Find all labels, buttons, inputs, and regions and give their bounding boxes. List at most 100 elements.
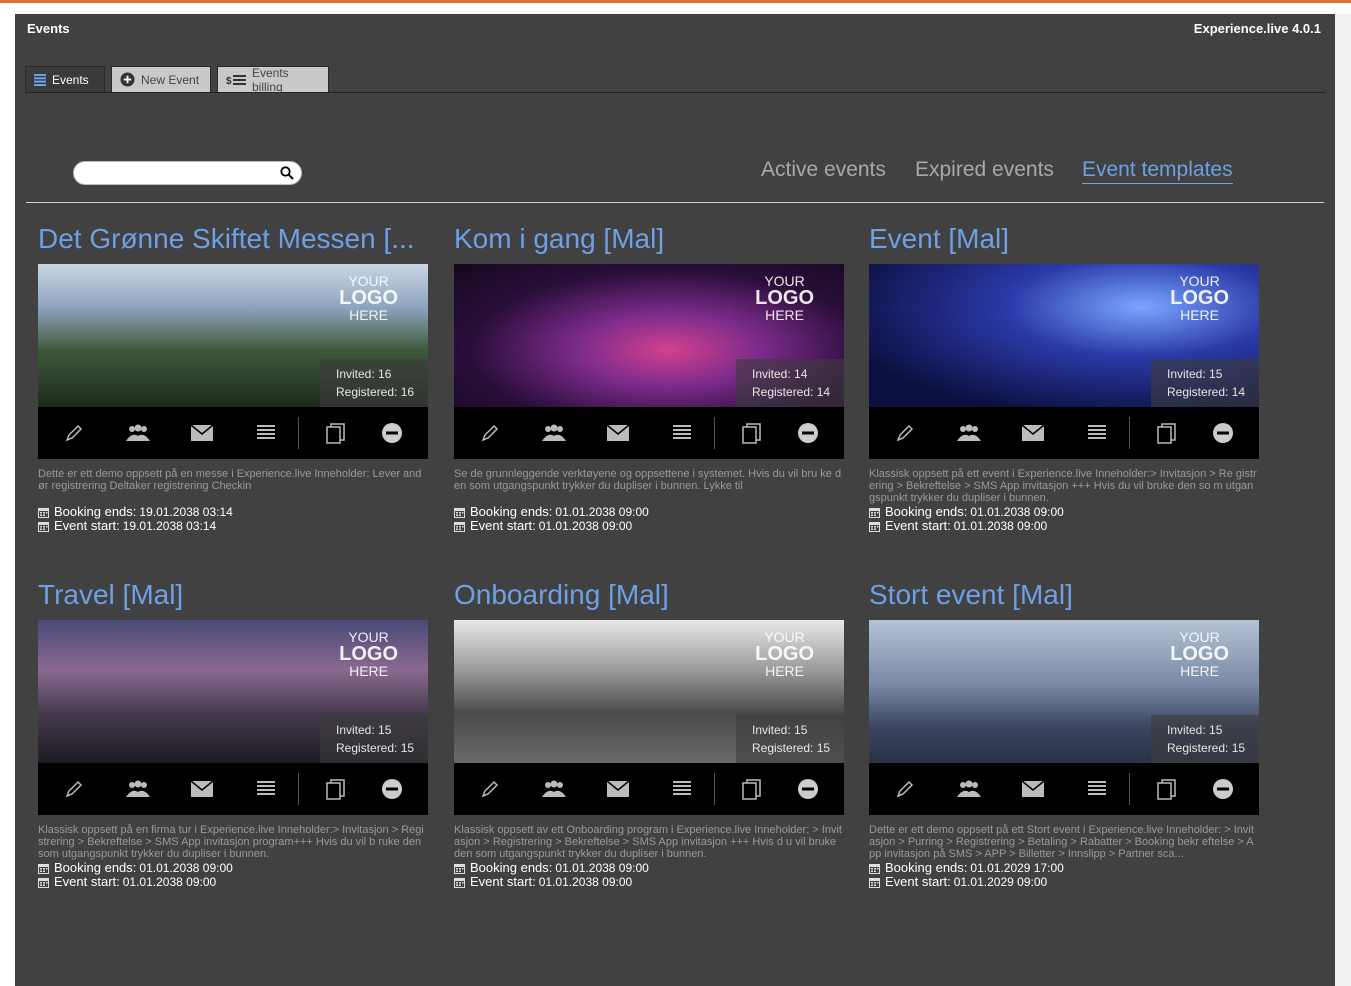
duplicate-icon[interactable]: [322, 419, 350, 447]
logo-line-2: LOGO: [1170, 643, 1229, 665]
event-title[interactable]: Det Grønne Skiftet Messen [...: [38, 222, 428, 258]
duplicate-icon[interactable]: [322, 775, 350, 803]
list-view-icon[interactable]: [668, 775, 696, 803]
duplicate-icon[interactable]: [738, 775, 766, 803]
list-view-icon[interactable]: [252, 419, 280, 447]
event-card: Onboarding [Mal] YOUR LOGO HERE Invited:…: [454, 578, 844, 889]
tab-new-event-label: New Event: [141, 72, 200, 87]
event-title[interactable]: Event [Mal]: [869, 222, 1259, 258]
invited-count: Invited: 14: [752, 367, 808, 381]
remove-icon[interactable]: [794, 419, 822, 447]
event-image[interactable]: YOUR LOGO HERE Invited: 14 Registered: 1…: [454, 264, 844, 407]
mail-icon[interactable]: [1019, 775, 1047, 803]
logo-placeholder: YOUR LOGO HERE: [339, 274, 398, 322]
remove-icon[interactable]: [1209, 419, 1237, 447]
edit-icon[interactable]: [60, 775, 88, 803]
registered-count: Registered: 14: [752, 385, 831, 399]
event-title[interactable]: Stort event [Mal]: [869, 578, 1259, 614]
calendar-icon: [869, 521, 880, 532]
calendar-icon: [38, 507, 49, 518]
edit-icon[interactable]: [891, 775, 919, 803]
remove-icon[interactable]: [794, 775, 822, 803]
booking-ends-value: 01.01.2038 09:00: [555, 505, 649, 519]
duplicate-icon[interactable]: [1153, 419, 1181, 447]
booking-ends-row: Booking ends: 19.01.2038 03:14: [38, 505, 428, 519]
booking-ends-row: Booking ends: 01.01.2038 09:00: [869, 505, 1259, 519]
event-start-value: 01.01.2038 09:00: [122, 875, 217, 889]
tab-events-billing[interactable]: $ Events billing: [217, 66, 329, 94]
participants-icon[interactable]: [540, 775, 568, 803]
mail-icon[interactable]: [188, 419, 216, 447]
duplicate-icon[interactable]: [738, 419, 766, 447]
event-start-label: Event start:: [54, 518, 120, 533]
event-actions: [454, 763, 844, 815]
remove-icon[interactable]: [378, 775, 406, 803]
remove-icon[interactable]: [378, 419, 406, 447]
mail-icon[interactable]: [1019, 419, 1047, 447]
calendar-icon: [38, 521, 49, 532]
booking-ends-value: 19.01.2038 03:14: [139, 505, 233, 519]
actions-separator: [714, 417, 715, 449]
calendar-icon: [454, 521, 465, 532]
event-dates: Booking ends: 01.01.2038 09:00 Event sta…: [869, 505, 1259, 533]
event-start-value: 01.01.2038 09:00: [953, 519, 1048, 533]
event-image[interactable]: YOUR LOGO HERE Invited: 15 Registered: 1…: [869, 264, 1259, 407]
participants-icon[interactable]: [540, 419, 568, 447]
calendar-icon: [454, 863, 465, 874]
edit-icon[interactable]: [60, 419, 88, 447]
filter-active-events[interactable]: Active events: [761, 158, 886, 182]
event-start-row: Event start: 01.01.2029 09:00: [869, 875, 1259, 889]
calendar-icon: [869, 507, 880, 518]
mail-icon[interactable]: [604, 775, 632, 803]
filter-expired-events[interactable]: Expired events: [915, 158, 1054, 182]
logo-line-2: LOGO: [339, 643, 398, 665]
participants-icon[interactable]: [955, 775, 983, 803]
event-image[interactable]: YOUR LOGO HERE Invited: 16 Registered: 1…: [38, 264, 428, 407]
registered-count: Registered: 15: [752, 741, 831, 755]
participants-icon[interactable]: [955, 419, 983, 447]
event-title[interactable]: Onboarding [Mal]: [454, 578, 844, 614]
edit-icon[interactable]: [476, 419, 504, 447]
edit-icon[interactable]: [891, 419, 919, 447]
booking-ends-label: Booking ends:: [470, 860, 553, 875]
mail-icon[interactable]: [188, 775, 216, 803]
event-image[interactable]: YOUR LOGO HERE Invited: 15 Registered: 1…: [454, 620, 844, 763]
registered-count: Registered: 16: [336, 385, 415, 399]
tab-new-event[interactable]: New Event: [111, 66, 211, 92]
booking-ends-row: Booking ends: 01.01.2038 09:00: [454, 861, 844, 875]
event-image[interactable]: YOUR LOGO HERE Invited: 15 Registered: 1…: [869, 620, 1259, 763]
event-actions: [38, 407, 428, 459]
logo-line-1: YOUR: [348, 273, 389, 289]
event-start-label: Event start:: [885, 518, 951, 533]
search-icon[interactable]: [280, 166, 294, 185]
participants-icon[interactable]: [124, 775, 152, 803]
list-view-icon[interactable]: [252, 775, 280, 803]
duplicate-icon[interactable]: [1153, 775, 1181, 803]
remove-icon[interactable]: [1209, 775, 1237, 803]
filter-event-templates[interactable]: Event templates: [1082, 158, 1233, 184]
participants-icon[interactable]: [124, 419, 152, 447]
logo-placeholder: YOUR LOGO HERE: [1170, 274, 1229, 322]
list-view-icon[interactable]: [668, 419, 696, 447]
search-input[interactable]: [84, 162, 279, 184]
registered-count: Registered: 15: [336, 741, 415, 755]
actions-separator: [298, 773, 299, 805]
booking-ends-row: Booking ends: 01.01.2038 09:00: [454, 505, 844, 519]
edit-icon[interactable]: [476, 775, 504, 803]
tab-events-label: Events: [52, 72, 89, 87]
event-image[interactable]: YOUR LOGO HERE Invited: 15 Registered: 1…: [38, 620, 428, 763]
event-stats: Invited: 16 Registered: 16: [320, 359, 428, 407]
event-title[interactable]: Kom i gang [Mal]: [454, 222, 844, 258]
list-view-icon[interactable]: [1083, 775, 1111, 803]
logo-line-1: YOUR: [348, 629, 389, 645]
list-view-icon[interactable]: [1083, 419, 1111, 447]
event-title[interactable]: Travel [Mal]: [38, 578, 428, 614]
tab-events[interactable]: Events: [25, 66, 105, 92]
list-icon: [34, 73, 46, 86]
event-start-label: Event start:: [470, 518, 536, 533]
scrollbar[interactable]: [1335, 14, 1351, 986]
event-dates: Booking ends: 19.01.2038 03:14 Event sta…: [38, 505, 428, 533]
event-start-row: Event start: 01.01.2038 09:00: [869, 519, 1259, 533]
logo-line-3: HERE: [1180, 663, 1219, 679]
mail-icon[interactable]: [604, 419, 632, 447]
